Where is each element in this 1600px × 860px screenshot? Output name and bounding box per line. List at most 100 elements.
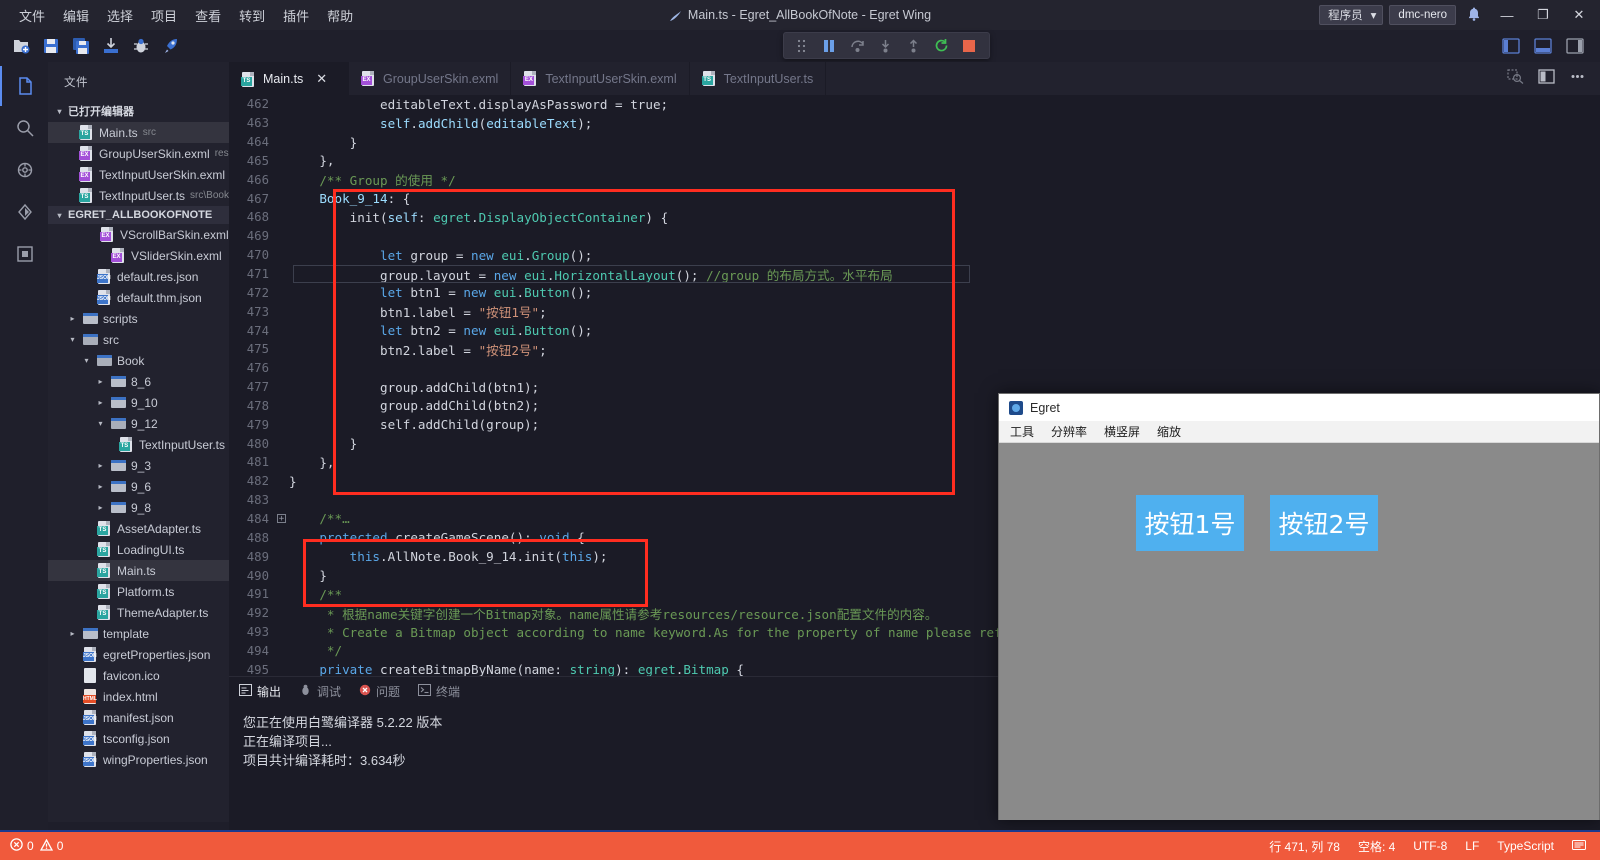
status-warning-group[interactable]: 0 [39, 838, 63, 854]
menu-view[interactable]: 查看 [186, 2, 230, 29]
sidebar-file-item[interactable]: EX GroupUserSkin.exml resource... [48, 143, 229, 164]
sidebar-file-item[interactable]: ▾ src [48, 329, 229, 350]
publish-icon[interactable] [98, 33, 124, 59]
eui-button-2[interactable]: 按钮2号 [1270, 495, 1378, 551]
status-feedback-icon[interactable] [1572, 839, 1586, 854]
toggle-sidebar-icon[interactable] [1498, 33, 1524, 59]
menu-help[interactable]: 帮助 [318, 2, 362, 29]
code-line[interactable]: 465 }, [229, 152, 1600, 171]
role-selector[interactable]: 程序员 ▾ [1319, 5, 1384, 25]
code-line[interactable]: 473 btn1.label = "按钮1号"; [229, 302, 1600, 321]
editor-tab[interactable]: TS Main.ts ✕ [229, 62, 349, 95]
user-chip[interactable]: dmc-nero [1389, 5, 1456, 25]
code-line[interactable]: 462 editableText.displayAsPassword = tru… [229, 95, 1600, 114]
status-error-group[interactable]: 0 [10, 838, 34, 854]
close-icon[interactable]: ✕ [316, 71, 327, 87]
new-project-icon[interactable] [8, 33, 34, 59]
egret-menu-tools[interactable]: 工具 [1010, 423, 1034, 440]
sidebar-file-item[interactable]: TS ThemeAdapter.ts [48, 602, 229, 623]
drag-handle-icon[interactable] [788, 34, 814, 57]
chevron-right-icon[interactable]: ▸ [95, 461, 106, 470]
chevron-down-icon[interactable]: ▾ [67, 335, 78, 344]
split-editor-icon[interactable] [1538, 68, 1555, 89]
status-encoding[interactable]: UTF-8 [1413, 839, 1447, 853]
code-line[interactable]: 471 group.layout = new eui.HorizontalLay… [229, 264, 1600, 284]
sidebar-file-item[interactable]: EX VScrollBarSkin.exml [48, 224, 229, 245]
code-line[interactable]: 468 init(self: egret.DisplayObjectContai… [229, 208, 1600, 227]
chevron-right-icon[interactable]: ▸ [67, 629, 78, 638]
sidebar-file-item[interactable]: TS TextInputUser.ts [48, 434, 229, 455]
code-line[interactable]: 463 self.addChild(editableText); [229, 114, 1600, 133]
save-icon[interactable] [38, 33, 64, 59]
chevron-right-icon[interactable]: ▸ [67, 314, 78, 323]
sidebar-file-item[interactable]: ▸ 9_3 [48, 455, 229, 476]
sidebar-file-item[interactable]: ▸ template [48, 623, 229, 644]
chevron-right-icon[interactable]: ▸ [95, 482, 106, 491]
status-eol[interactable]: LF [1465, 839, 1479, 853]
code-line[interactable]: 472 let btn1 = new eui.Button(); [229, 283, 1600, 302]
pause-icon[interactable] [816, 34, 842, 57]
sidebar-file-item[interactable]: TS Main.ts src [48, 122, 229, 143]
menu-plugins[interactable]: 插件 [274, 2, 318, 29]
save-all-icon[interactable] [68, 33, 94, 59]
step-into-icon[interactable] [872, 34, 898, 57]
stop-icon[interactable] [956, 34, 982, 57]
chevron-down-icon[interactable]: ▾ [95, 419, 106, 428]
status-cursor-position[interactable]: 行 471, 列 78 [1269, 838, 1340, 855]
notification-bell-icon[interactable] [1462, 7, 1486, 24]
eui-button-1[interactable]: 按钮1号 [1136, 495, 1244, 551]
chevron-right-icon[interactable]: ▸ [95, 377, 106, 386]
toggle-right-panel-icon[interactable] [1562, 33, 1588, 59]
maximize-button[interactable]: ❐ [1528, 0, 1558, 30]
menu-goto[interactable]: 转到 [230, 2, 274, 29]
menu-file[interactable]: 文件 [10, 2, 54, 29]
section-open-editors[interactable]: ▾ 已打开编辑器 [48, 100, 229, 122]
status-language-mode[interactable]: TypeScript [1497, 839, 1554, 853]
sidebar-file-item[interactable]: favicon.ico [48, 665, 229, 686]
menu-edit[interactable]: 编辑 [54, 2, 98, 29]
code-line[interactable]: 474 let btn2 = new eui.Button(); [229, 321, 1600, 340]
sidebar-file-item[interactable]: TS Main.ts [48, 560, 229, 581]
explorer-icon[interactable] [0, 66, 48, 106]
panel-tab-problems[interactable]: 问题 [359, 683, 400, 700]
more-actions-icon[interactable] [1569, 69, 1586, 89]
close-button[interactable]: ✕ [1564, 0, 1594, 30]
code-line[interactable]: 476 [229, 359, 1600, 378]
panel-tab-output[interactable]: 输出 [239, 683, 281, 700]
editor-tab[interactable]: TS TextInputUser.ts [689, 62, 827, 95]
code-line[interactable]: 464 } [229, 133, 1600, 152]
code-line[interactable]: 470 let group = new eui.Group(); [229, 246, 1600, 265]
code-line[interactable]: 466 /** Group 的使用 */ [229, 170, 1600, 189]
sidebar-file-item[interactable]: ▾ 9_12 [48, 413, 229, 434]
step-over-icon[interactable] [844, 34, 870, 57]
split-preview-icon[interactable] [1507, 68, 1524, 89]
source-control-icon[interactable] [0, 192, 48, 232]
toggle-panel-icon[interactable] [1530, 33, 1556, 59]
extensions-icon[interactable] [0, 234, 48, 274]
panel-tab-debug[interactable]: 调试 [299, 683, 341, 700]
sidebar-file-item[interactable]: HTML index.html [48, 686, 229, 707]
section-project-root[interactable]: ▾ EGRET_ALLBOOKOFNOTE [48, 206, 229, 224]
chevron-right-icon[interactable]: ▸ [95, 503, 106, 512]
egret-menu-resolution[interactable]: 分辨率 [1051, 423, 1087, 440]
sidebar-file-item[interactable]: EX VSliderSkin.exml [48, 245, 229, 266]
search-icon[interactable] [0, 108, 48, 148]
sidebar-file-item[interactable]: ▾ Book [48, 350, 229, 371]
sidebar-file-item[interactable]: ▸ 9_10 [48, 392, 229, 413]
sidebar-file-item[interactable]: ▸ 9_8 [48, 497, 229, 518]
restart-icon[interactable] [928, 34, 954, 57]
code-line[interactable]: 467 Book_9_14: { [229, 189, 1600, 208]
debug-bug-icon[interactable] [128, 33, 154, 59]
sidebar-file-item[interactable]: TS LoadingUI.ts [48, 539, 229, 560]
sidebar-file-item[interactable]: ▸ 9_6 [48, 476, 229, 497]
status-problems[interactable]: 0 0 [0, 838, 63, 854]
status-indentation[interactable]: 空格: 4 [1358, 838, 1395, 855]
debug-icon[interactable] [0, 150, 48, 190]
chevron-down-icon[interactable]: ▾ [81, 356, 92, 365]
sidebar-file-item[interactable]: JSON default.res.json [48, 266, 229, 287]
editor-tab[interactable]: EX GroupUserSkin.exml [349, 62, 512, 95]
egret-menu-orientation[interactable]: 横竖屏 [1104, 423, 1140, 440]
code-line[interactable]: 475 btn2.label = "按钮2号"; [229, 340, 1600, 359]
sidebar-file-item[interactable]: JSON default.thm.json [48, 287, 229, 308]
sidebar-file-item[interactable]: ▸ 8_6 [48, 371, 229, 392]
